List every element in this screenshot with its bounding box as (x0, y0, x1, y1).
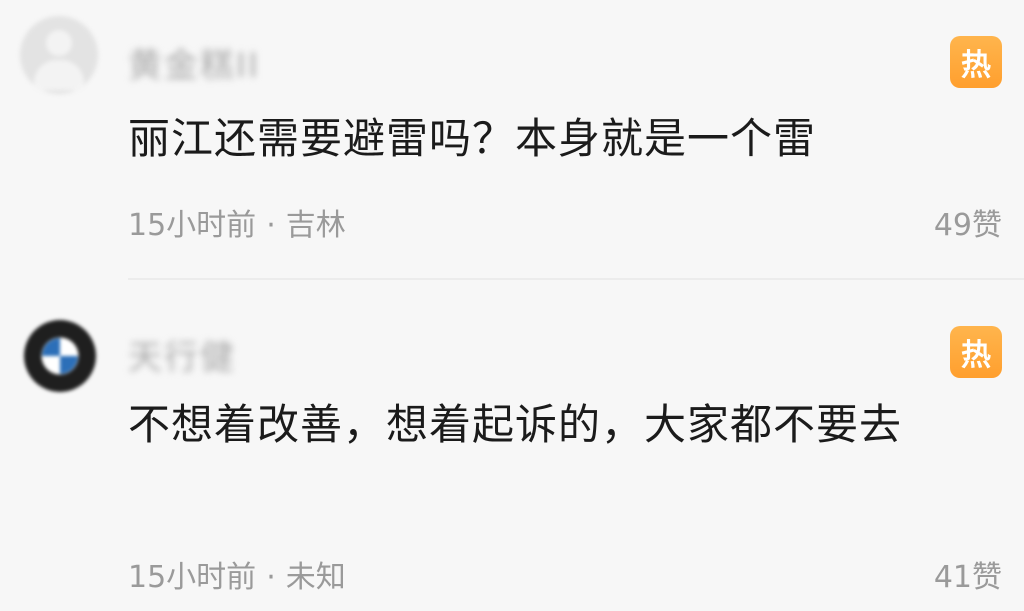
hot-badge-icon: 热 (950, 36, 1002, 88)
comment-time: 15小时前 (128, 208, 257, 243)
comment-text: 不想着改善，想着起诉的，大家都不要去 (128, 400, 903, 449)
divider (128, 278, 1024, 280)
avatar[interactable] (20, 16, 98, 94)
meta-separator: · (266, 560, 276, 595)
meta-separator: · (266, 208, 276, 243)
comment-location: 吉林 (285, 208, 346, 243)
avatar[interactable] (24, 320, 96, 392)
like-count[interactable]: 49赞 (934, 200, 1002, 244)
comment-location: 未知 (285, 560, 346, 595)
comment-item: 天行健 热 不想着改善，想着起诉的，大家都不要去 15小时前 · 未知 41赞 (0, 282, 1024, 611)
comment-meta: 15小时前 · 未知 (128, 552, 346, 596)
hot-badge-icon: 热 (950, 326, 1002, 378)
avatar-logo-quadrant (42, 338, 60, 356)
comment-text: 丽江还需要避雷吗？本身就是一个雷 (128, 114, 817, 163)
username[interactable]: 天行健 (128, 330, 236, 379)
comment-time: 15小时前 (128, 560, 257, 595)
comment-meta: 15小时前 · 吉林 (128, 200, 346, 244)
avatar-logo-quadrant (60, 356, 78, 374)
comment-item: 黄金糕II 热 丽江还需要避雷吗？本身就是一个雷 15小时前 · 吉林 49赞 (0, 0, 1024, 276)
like-count[interactable]: 41赞 (934, 552, 1002, 596)
username[interactable]: 黄金糕II (128, 38, 260, 87)
